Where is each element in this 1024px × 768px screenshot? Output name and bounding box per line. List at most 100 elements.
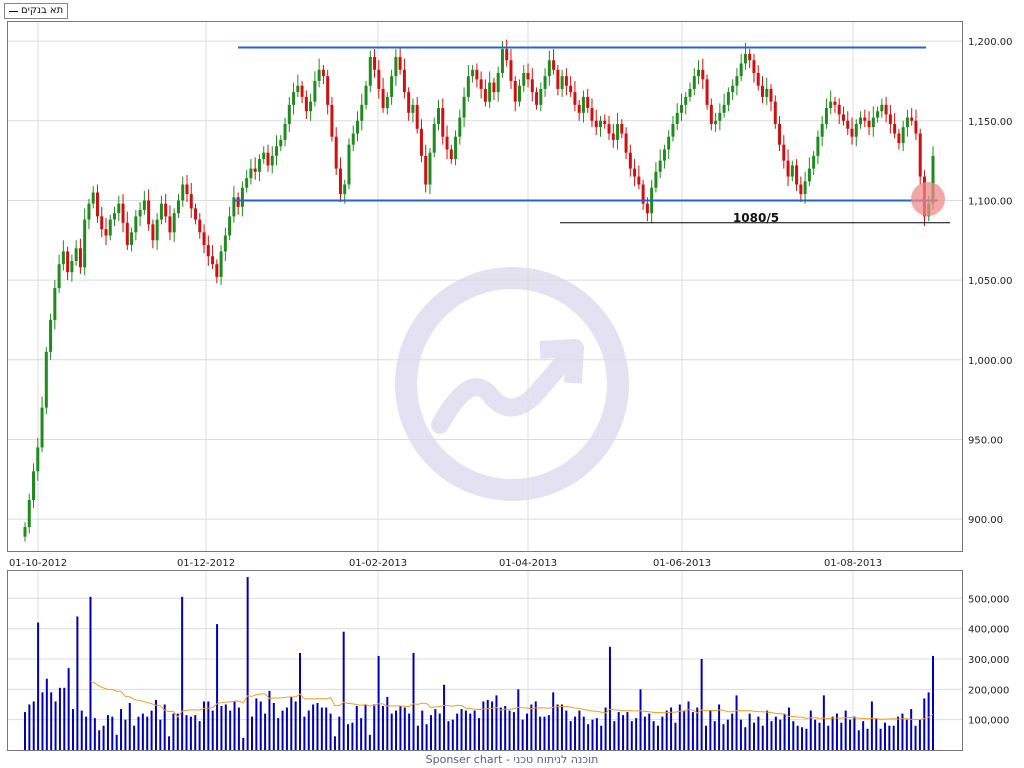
volume-bar	[875, 718, 878, 750]
candle-body	[778, 123, 782, 145]
candle-body	[483, 88, 487, 102]
volume-bar	[582, 716, 585, 750]
volume-bar	[316, 702, 319, 750]
volume-bar	[185, 715, 188, 750]
candle-body	[313, 80, 317, 102]
date-tick-label: 01-02-2013	[349, 558, 407, 569]
volume-bar	[674, 722, 677, 750]
volume-bar	[665, 710, 668, 750]
candle-body	[330, 104, 334, 137]
volume-bar	[281, 710, 284, 750]
volume-bar	[181, 596, 184, 750]
candle-body	[756, 72, 760, 86]
price-tick-label: 1,100.00	[968, 196, 1013, 207]
candle-body	[505, 49, 509, 61]
volume-bar	[176, 713, 179, 750]
candle-body	[36, 447, 40, 472]
volume-bar	[560, 704, 563, 750]
volume-bar	[237, 707, 240, 750]
volume-bar	[76, 616, 79, 750]
volume-bar	[364, 704, 367, 750]
volume-bar	[198, 721, 201, 750]
candle-body	[326, 76, 330, 105]
volume-bar	[85, 716, 88, 750]
volume-bar	[552, 692, 555, 750]
candle-body	[257, 159, 261, 172]
candle-body	[701, 69, 705, 80]
candle-body	[799, 184, 803, 195]
candle-body	[334, 136, 338, 169]
volume-bar	[251, 716, 253, 750]
volume-bar	[617, 712, 620, 750]
candle-body	[74, 248, 78, 262]
volume-bar	[718, 704, 721, 750]
volume-bar	[543, 716, 546, 750]
volume-bar	[722, 724, 725, 750]
candle-body	[471, 69, 475, 77]
volume-bar	[748, 713, 751, 750]
volume-bar	[547, 715, 550, 750]
candle-body	[394, 57, 398, 77]
date-tick-label: 01-06-2013	[653, 558, 711, 569]
volume-bar	[408, 713, 411, 750]
volume-bar	[294, 701, 297, 750]
candle-body	[402, 69, 406, 93]
volume-bar	[604, 707, 607, 750]
volume-bar	[137, 716, 140, 750]
volume-bar	[565, 710, 568, 750]
legend-swatch	[9, 10, 18, 12]
volume-bar	[434, 709, 437, 750]
volume-bar	[521, 719, 524, 750]
volume-bar	[761, 725, 764, 750]
volume-bar	[325, 707, 328, 750]
volume-bar	[726, 719, 729, 750]
candle-body	[215, 264, 219, 277]
volume-bar	[504, 706, 507, 750]
candle-body	[108, 219, 112, 236]
candle-body	[390, 76, 394, 97]
volume-bar	[473, 710, 476, 750]
candle-body	[279, 139, 283, 147]
volume-bar	[211, 710, 214, 750]
candle-body	[876, 111, 880, 118]
candle-body	[888, 114, 892, 124]
volume-bar	[801, 727, 804, 750]
candle-body	[249, 168, 253, 179]
volume-bar	[517, 689, 520, 750]
legend-label: תא בנקים	[21, 5, 64, 16]
candle-body	[645, 203, 649, 214]
candle-body	[228, 216, 232, 236]
candle-body	[543, 76, 547, 89]
volume-bar	[849, 719, 852, 750]
candle-body	[616, 123, 620, 140]
volume-bar	[360, 718, 363, 750]
candle-body	[287, 104, 291, 124]
volume-bar	[783, 713, 786, 750]
volume-bar	[460, 709, 463, 750]
volume-bar	[154, 699, 157, 750]
candle-body	[479, 79, 483, 89]
candle-body	[304, 96, 308, 112]
candle-body	[134, 216, 138, 233]
candle-body	[901, 127, 905, 144]
volume-bar	[451, 719, 454, 750]
candle-body	[91, 192, 95, 204]
candle-body	[633, 168, 637, 177]
candle-body	[594, 120, 598, 128]
candle-body	[573, 92, 577, 105]
candle-body	[539, 88, 543, 105]
candle-body	[517, 85, 521, 102]
candle-body	[526, 72, 530, 80]
volume-bar	[421, 710, 424, 750]
volume-bar	[630, 721, 633, 750]
candle-body	[824, 108, 828, 124]
volume-bar	[106, 715, 109, 750]
date-tick-label: 01-08-2013	[824, 558, 882, 569]
volume-bar	[840, 722, 843, 750]
candle-body	[407, 92, 411, 113]
legend[interactable]: תא בנקים	[4, 3, 69, 19]
volume-bar	[822, 695, 825, 750]
candle-body	[130, 232, 134, 246]
volume-bar	[124, 719, 127, 750]
volume-bar	[395, 710, 398, 750]
